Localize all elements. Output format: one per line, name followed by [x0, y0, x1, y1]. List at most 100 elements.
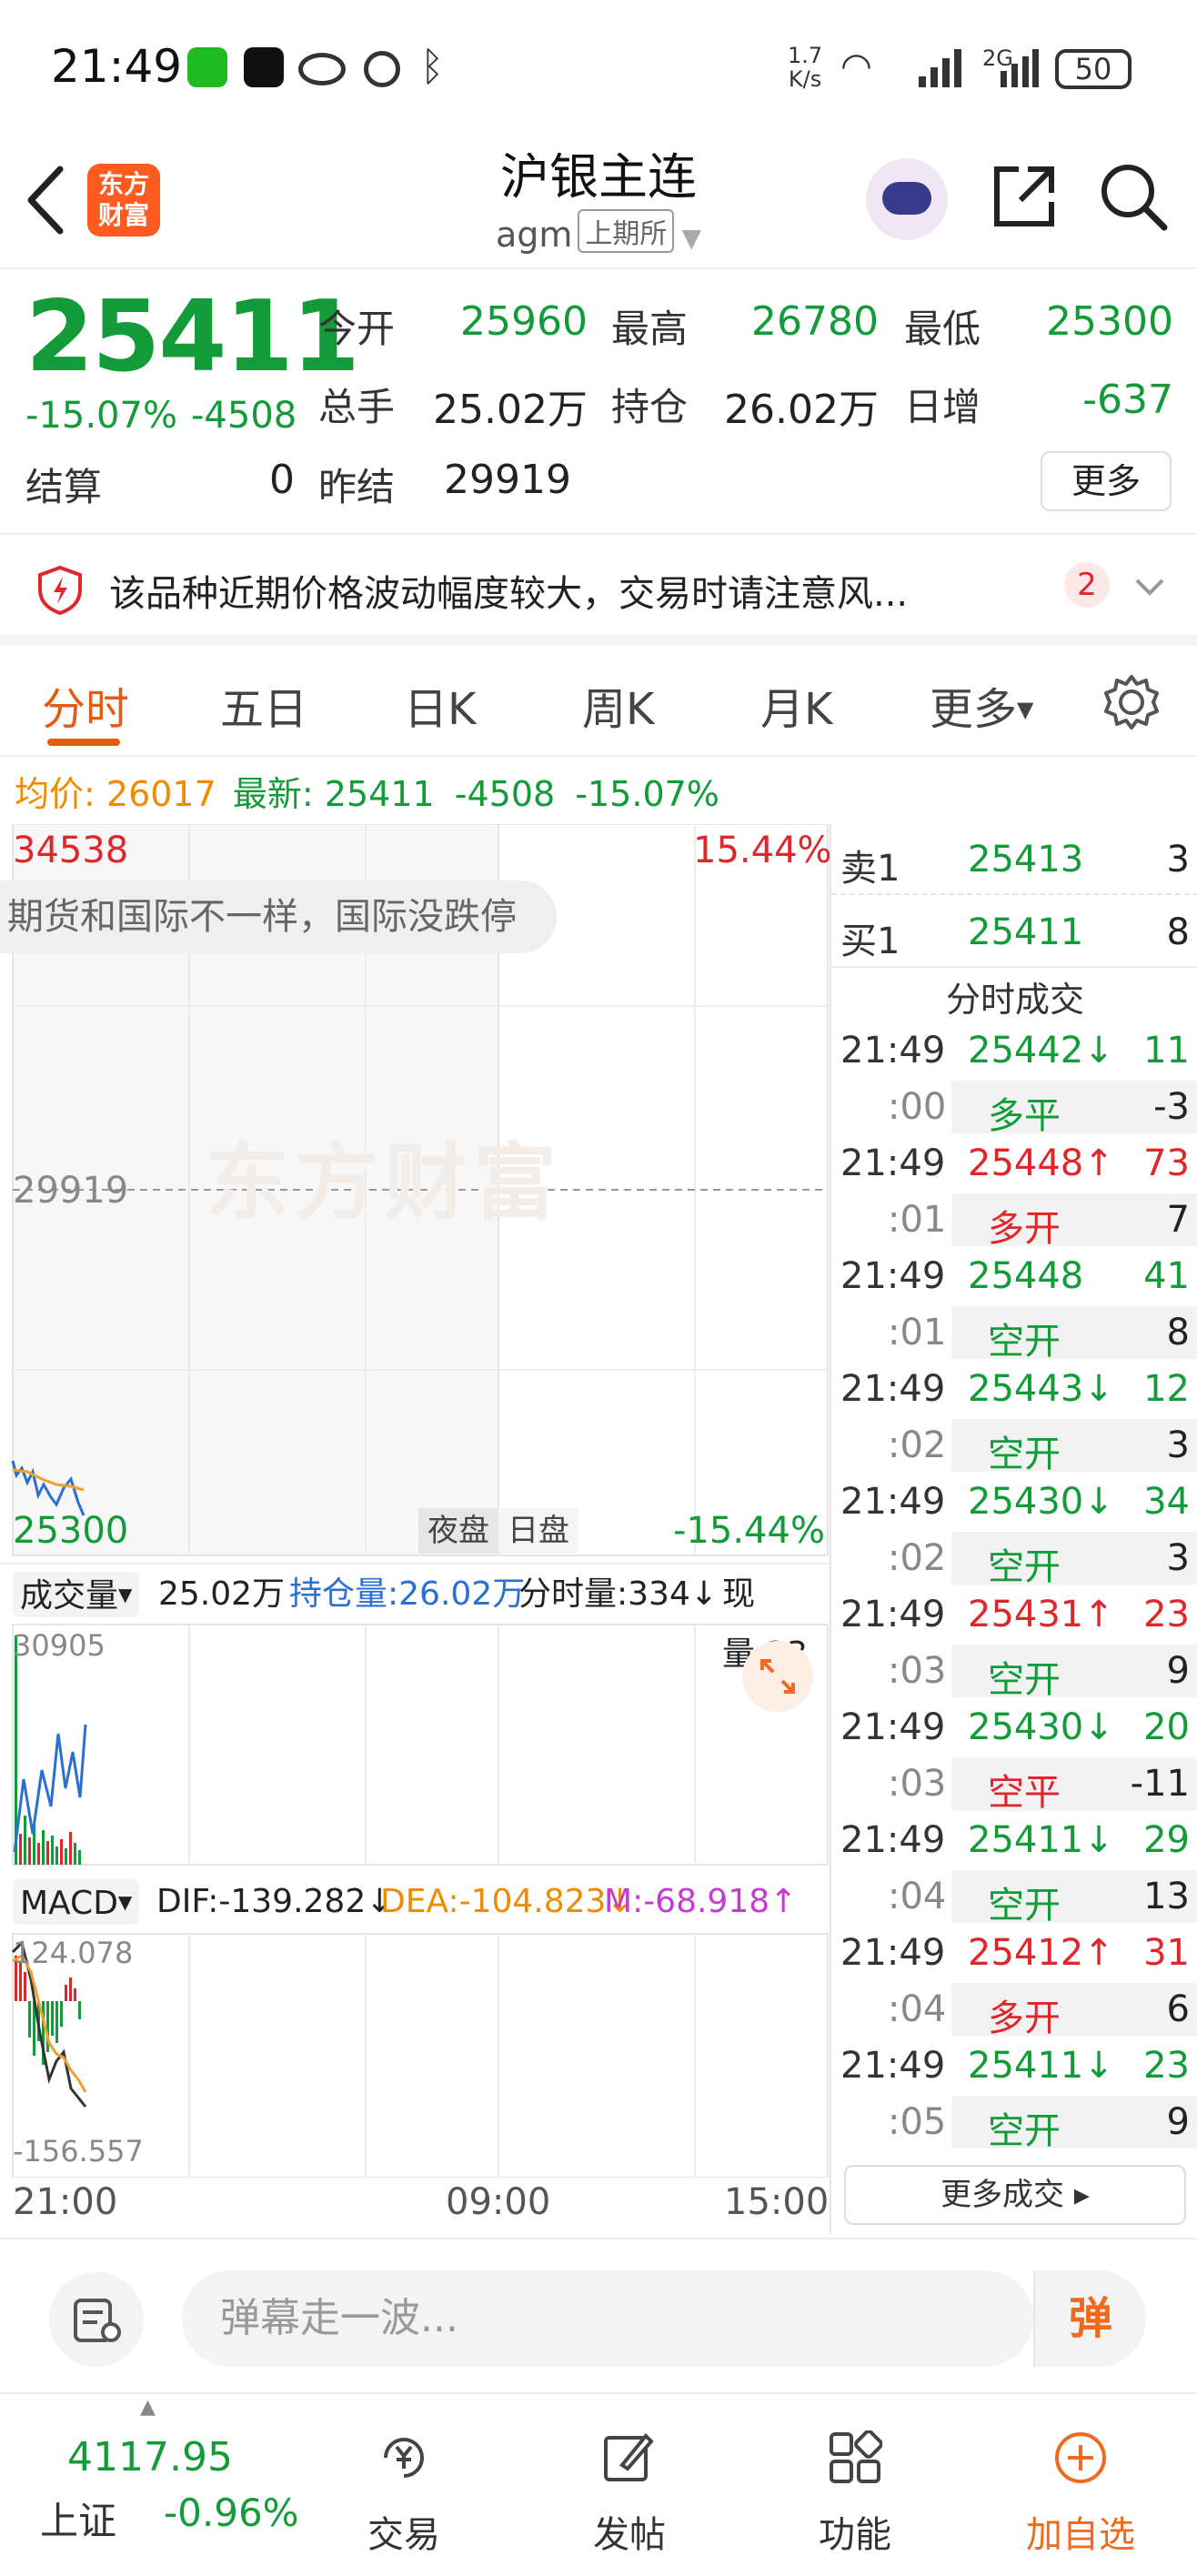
- index-name: 上证: [40, 2499, 117, 2543]
- latest-label: 最新:: [232, 774, 314, 814]
- nav-trade[interactable]: 交易: [313, 2394, 495, 2576]
- trade-detail-row: :04 多开 6: [831, 1981, 1197, 2039]
- index-ticker[interactable]: ▲ 4117.95 上证 -0.96%: [27, 2394, 318, 2576]
- ask-row: 卖1 25413 3: [831, 824, 1197, 895]
- session-day-button[interactable]: 日盘: [498, 1508, 578, 1554]
- more-trades-button[interactable]: 更多成交 ▸: [844, 2165, 1186, 2225]
- trade-row: 21:49 25443↓ 12: [831, 1361, 1197, 1417]
- share-icon[interactable]: [988, 160, 1061, 233]
- index-pct: -0.96%: [164, 2490, 299, 2535]
- edit-icon: [604, 2433, 654, 2481]
- trade-row: 21:49 25431↑ 23: [831, 1586, 1197, 1643]
- trade-price: 25448↑: [968, 1142, 1114, 1184]
- trade-volume: 11: [1143, 1030, 1190, 1072]
- chart-top-pct: 15.44%: [693, 830, 832, 871]
- trade-seconds: :04: [888, 1988, 947, 2030]
- bluetooth-icon: ᛒ: [420, 44, 445, 90]
- expand-icon: [760, 1659, 795, 1694]
- trade-price: 25430↓: [968, 1706, 1114, 1748]
- trade-type: 空开: [988, 1434, 1061, 1475]
- low-value: 25300: [1046, 298, 1173, 345]
- tab-monthly-k[interactable]: 月K: [760, 673, 832, 737]
- volume-bars: [13, 1635, 87, 1865]
- trade-oi-change: 9: [1166, 1650, 1190, 1692]
- chevron-down-icon: ▼: [681, 223, 701, 253]
- chart-top-price: 34538: [13, 830, 129, 871]
- time-axis-start: 21:00: [13, 2181, 118, 2223]
- trade-seconds: :03: [888, 1763, 947, 1805]
- chart-tabs: 分时 五日 日K 周K 月K 更多▼: [0, 649, 1197, 757]
- search-icon[interactable]: [1097, 160, 1170, 233]
- session-toggle: 夜盘 日盘: [418, 1508, 578, 1554]
- trade-time: 21:49: [840, 1481, 946, 1523]
- index-value: 4117.95: [67, 2434, 233, 2480]
- volume-selector[interactable]: 成交量▼: [13, 1572, 140, 1617]
- trade-volume: 31: [1143, 1932, 1190, 1974]
- trade-price: 25442↓: [968, 1030, 1114, 1072]
- nav-features-label: 功能: [819, 2514, 891, 2556]
- trade-oi-change: 3: [1166, 1424, 1190, 1466]
- trade-seconds: :02: [888, 1424, 947, 1466]
- session-night-button[interactable]: 夜盘: [418, 1508, 498, 1554]
- tab-more[interactable]: 更多▼: [930, 673, 1033, 737]
- contract-code: agm: [496, 215, 573, 255]
- nav-features[interactable]: 功能: [764, 2394, 946, 2576]
- volume-total: 25.02万: [158, 1575, 286, 1613]
- nav-add-watchlist[interactable]: 加自选: [990, 2394, 1172, 2576]
- expand-chart-button[interactable]: [742, 1641, 813, 1712]
- avg-label: 均价:: [15, 774, 96, 814]
- trade-time: 21:49: [840, 1932, 946, 1974]
- bottom-nav: ▲ 4117.95 上证 -0.96% 交易 发帖 功能 加自选: [0, 2392, 1197, 2576]
- trade-icon: [384, 2438, 424, 2478]
- latest-change-abs: -4508: [454, 774, 556, 814]
- ask-volume: 3: [1166, 839, 1190, 880]
- caret-down-icon: ▼: [118, 1584, 133, 1605]
- trade-detail-row: :02 空开 3: [831, 1417, 1197, 1475]
- nav-post[interactable]: 发帖: [538, 2394, 720, 2576]
- chevron-down-icon[interactable]: [1133, 573, 1166, 600]
- trade-detail-row: :02 空开 3: [831, 1530, 1197, 1588]
- trade-type: 空开: [988, 1321, 1061, 1363]
- trade-oi-change: 9: [1166, 2101, 1190, 2143]
- time-axis-end: 15:00: [724, 2181, 830, 2223]
- assistant-avatar[interactable]: [866, 158, 948, 240]
- trade-price: 25431↑: [968, 1594, 1114, 1635]
- notice-count-badge: 2: [1064, 562, 1110, 608]
- trade-type: 空开: [988, 1546, 1061, 1588]
- macd-selector[interactable]: MACD▼: [13, 1879, 140, 1925]
- trade-detail-row: :04 空开 13: [831, 1868, 1197, 1927]
- trade-time: 21:49: [840, 1255, 946, 1297]
- change-pct: -15.07%: [25, 395, 177, 437]
- nav-add-watchlist-label: 加自选: [1026, 2514, 1135, 2556]
- trade-seconds: :04: [888, 1876, 947, 1917]
- tab-five-day[interactable]: 五日: [220, 673, 307, 737]
- danmaku-send-button[interactable]: 弹: [1033, 2270, 1146, 2367]
- tab-daily-k[interactable]: 日K: [404, 673, 476, 737]
- danmaku-input[interactable]: 弹幕走一波...: [182, 2270, 1033, 2367]
- caret-down-icon: ▼: [1017, 697, 1034, 722]
- risk-notice[interactable]: 该品种近期价格波动幅度较大，交易时请注意风... 2: [0, 537, 1197, 646]
- danmaku-settings-button[interactable]: [49, 2272, 144, 2367]
- trade-detail-row: :05 空开 9: [831, 2094, 1197, 2152]
- tab-weekly-k[interactable]: 周K: [582, 673, 654, 737]
- danmaku-comment-text: 期货和国际不一样，国际没跌停: [7, 896, 517, 938]
- trade-volume: 29: [1143, 1819, 1190, 1861]
- trade-detail-row: :03 空开 9: [831, 1643, 1197, 1701]
- tiktok-icon: [244, 47, 284, 87]
- nav-trade-label: 交易: [367, 2514, 440, 2556]
- quote-panel: 25411 -15.07% -4508 今开 25960 最高 26780 最低…: [0, 271, 1197, 535]
- danmaku-settings-icon: [74, 2299, 121, 2342]
- trade-row: 21:49 25430↓ 20: [831, 1699, 1197, 1756]
- settings-icon[interactable]: [1102, 673, 1161, 731]
- header: 东方 财富 沪银主连 agm 上期所 ▼: [0, 136, 1197, 269]
- trade-type: 多平: [988, 1095, 1061, 1137]
- settle-label: 结算: [25, 465, 103, 509]
- change-abs: -4508: [191, 395, 297, 437]
- intraday-chart[interactable]: 东方财富 34538 15.44% 29919 25300 -15.44% 期货…: [0, 824, 832, 2234]
- more-button[interactable]: 更多: [1041, 451, 1172, 511]
- tab-intraday[interactable]: 分时: [42, 673, 129, 737]
- trades-title: 分时成交: [945, 980, 1084, 1020]
- trade-type: 空开: [988, 2110, 1061, 2152]
- settle-value: 0: [269, 457, 295, 503]
- trade-seconds: :00: [888, 1086, 947, 1128]
